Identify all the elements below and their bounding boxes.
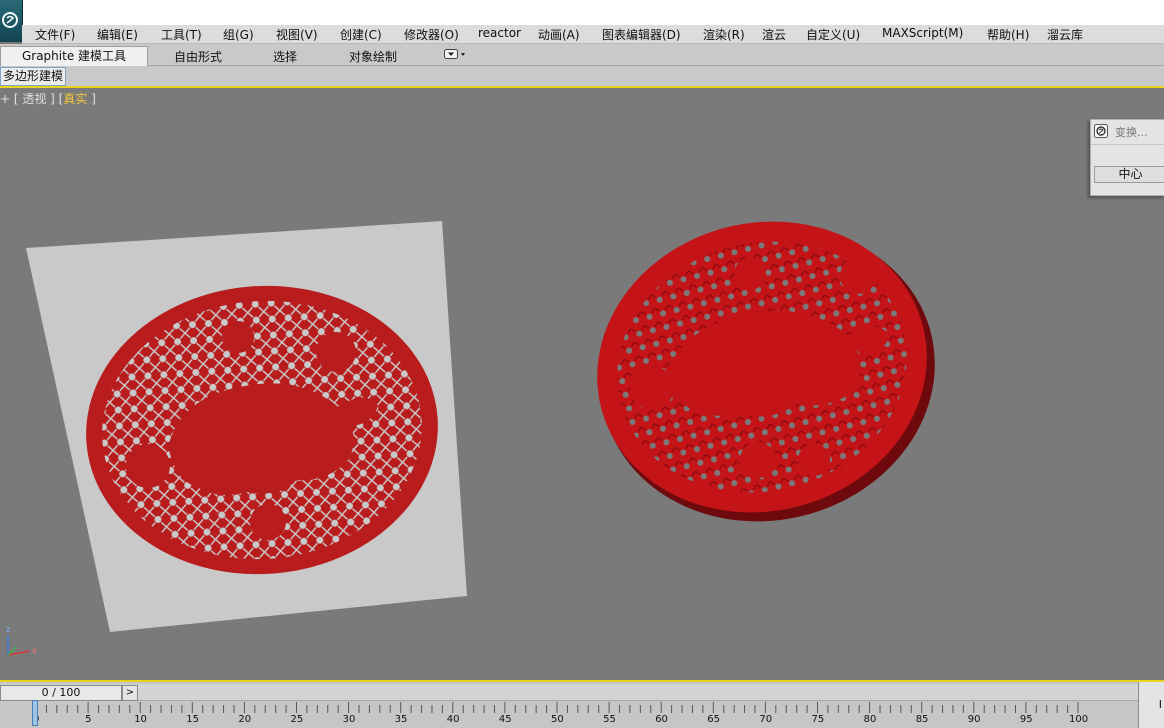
divider (1091, 144, 1164, 145)
next-frame-button[interactable]: > (122, 685, 138, 701)
current-frame-marker[interactable] (32, 700, 38, 726)
ribbon-tabs: Graphite 建模工具 自由形式 选择 对象绘制 (0, 44, 1164, 66)
menu-animation[interactable]: 动画(A) (538, 26, 580, 43)
axis-gizmo-icon: z x (6, 625, 37, 656)
menu-help[interactable]: 帮助(H) (987, 26, 1029, 43)
tick-label: 60 (655, 714, 668, 725)
tick-label: 20 (238, 714, 252, 725)
tick-label: 30 (342, 714, 356, 725)
reference-plane[interactable] (26, 221, 467, 632)
transform-panel-title: 变换... (1115, 126, 1148, 139)
tick-label: 95 (1019, 714, 1033, 725)
menu-file[interactable]: 文件(F) (35, 26, 75, 43)
menu-bar: 文件(F) 编辑(E) 工具(T) 组(G) 视图(V) 创建(C) 修改器(O… (22, 25, 1164, 44)
axis-x-label: x (32, 646, 37, 655)
time-slider-track[interactable]: 0 / 100 > (0, 684, 1140, 701)
menu-graph-editors[interactable]: 图表编辑器(D) (602, 26, 681, 43)
menu-maxscript[interactable]: MAXScript(M) (882, 26, 963, 40)
transform-icon (1094, 124, 1108, 138)
menu-edit[interactable]: 编辑(E) (97, 26, 138, 43)
tick-label: 100 (1069, 714, 1089, 725)
subtab-polygon-modeling[interactable]: 多边形建模 (0, 67, 67, 86)
transform-panel[interactable]: 变换... 中心 (1090, 119, 1164, 196)
menu-tools[interactable]: 工具(T) (161, 26, 202, 43)
tick-label: 85 (915, 714, 929, 725)
tick-label: 35 (394, 714, 408, 725)
track-bar[interactable]: 0510152025303540455055606570758085909510… (0, 700, 1140, 728)
tick-label: 25 (290, 714, 304, 725)
key-mode-box[interactable]: I (1138, 682, 1164, 728)
tick-label: 45 (498, 714, 512, 725)
perspective-viewport[interactable]: + [ 透视 ] [真实 ] 变换... 中心 z x (0, 88, 1164, 680)
axis-z-label: z (6, 625, 10, 634)
menu-view[interactable]: 视图(V) (276, 26, 318, 43)
time-slider-thumb[interactable]: 0 / 100 (0, 685, 122, 701)
menu-customize[interactable]: 自定义(U) (806, 26, 860, 43)
menu-group[interactable]: 组(G) (223, 26, 254, 43)
tick-label: 50 (551, 714, 564, 725)
tick-label: 5 (85, 714, 92, 725)
title-strip (0, 0, 1164, 25)
track-bar-ticks (35, 702, 1079, 713)
tick-label: 40 (446, 714, 460, 725)
menu-reactor[interactable]: reactor (478, 26, 521, 40)
tick-label: 70 (759, 714, 773, 725)
app-logo-button[interactable] (0, 0, 23, 42)
tick-label: 15 (186, 714, 200, 725)
menu-rendering[interactable]: 渲染(R) (703, 26, 745, 43)
menu-renderyun[interactable]: 渲云 (762, 26, 786, 43)
tick-label: 65 (707, 714, 721, 725)
tick-label: 75 (811, 714, 825, 725)
paper-cut-3d-model[interactable] (566, 187, 966, 556)
tab-graphite-modeling[interactable]: Graphite 建模工具 (0, 46, 148, 66)
ribbon-dropdown-icon[interactable] (444, 49, 466, 60)
center-button[interactable]: 中心 (1094, 166, 1164, 183)
tab-freeform[interactable]: 自由形式 (174, 48, 222, 65)
menu-cloud-library[interactable]: 溜云库 (1047, 26, 1083, 43)
menu-create[interactable]: 创建(C) (340, 26, 382, 43)
tick-label: 90 (967, 714, 981, 725)
time-slider-area: 0 / 100 > 051015202530354045505560657075… (0, 682, 1164, 728)
tick-label: 10 (134, 714, 147, 725)
tab-selection[interactable]: 选择 (273, 48, 297, 65)
ribbon-panel-bar: 多边形建模 (0, 66, 1164, 86)
tick-label: 55 (603, 714, 616, 725)
tick-label: 80 (863, 714, 877, 725)
scene-objects (26, 187, 966, 632)
app-logo-icon (2, 12, 18, 28)
menu-modifiers[interactable]: 修改器(O) (404, 26, 459, 43)
tab-object-paint[interactable]: 对象绘制 (349, 48, 397, 65)
